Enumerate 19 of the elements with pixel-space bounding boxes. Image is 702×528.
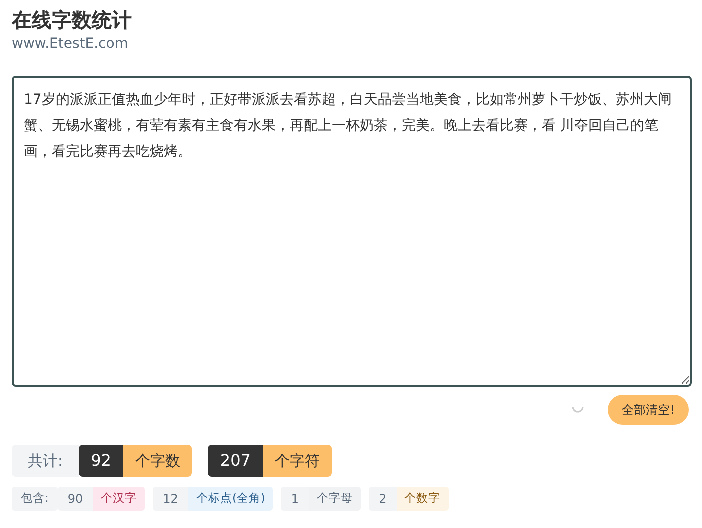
site-url: www.EtestE.com	[12, 35, 130, 54]
breakdown-label: 包含:	[12, 487, 58, 511]
breakdown-unit: 个字母	[309, 487, 362, 511]
text-input-area[interactable]: 17岁的派派正值热血少年时，正好带派派去看苏超，白天品尝当地美食，比如常州萝卜干炒饭、苏州大闸蟹、无锡水蜜桃，有荤有素有主食有水果，再配上一杯奶茶，完美。晚上去看比赛，看 川夺回自己的笔画，看完比赛再去吃烧烤。	[12, 76, 692, 387]
breakdown-unit: 个汉字	[93, 487, 146, 511]
total-count: 92	[79, 445, 124, 477]
total-count: 207	[208, 445, 263, 477]
total-unit: 个字数	[123, 445, 192, 477]
breakdown-count: 90	[58, 487, 94, 511]
total-unit: 个字符	[262, 445, 332, 477]
clear-all-button[interactable]: 全部清空!	[608, 395, 689, 425]
breakdown-count: 1	[281, 487, 310, 511]
breakdown-count: 2	[369, 487, 397, 511]
page-title: 在线字数统计	[12, 7, 133, 34]
loading-spinner-icon	[572, 406, 584, 414]
breakdown-count: 12	[153, 487, 188, 511]
breakdown-unit: 个标点(全角)	[188, 487, 274, 511]
total-label: 共计:	[12, 445, 80, 477]
breakdown-unit: 个数字	[396, 487, 449, 511]
